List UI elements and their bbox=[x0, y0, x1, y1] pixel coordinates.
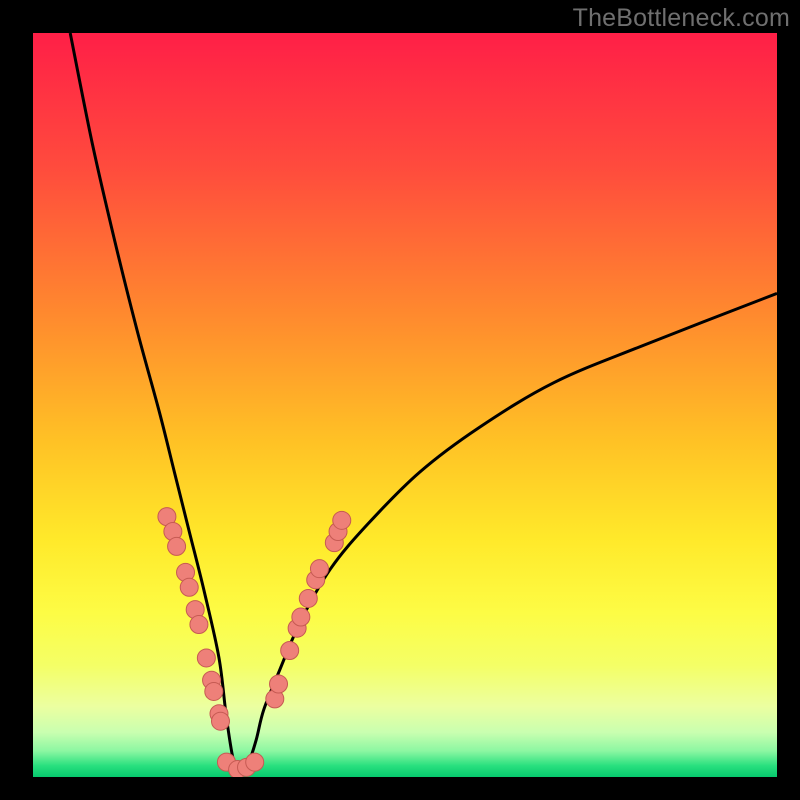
scatter-point bbox=[190, 615, 208, 633]
scatter-point bbox=[197, 649, 215, 667]
scatter-point bbox=[180, 578, 198, 596]
scatter-point bbox=[246, 753, 264, 771]
scatter-point bbox=[270, 675, 288, 693]
scatter-point bbox=[310, 560, 328, 578]
scatter-point bbox=[281, 642, 299, 660]
scatter-point bbox=[205, 682, 223, 700]
bottleneck-chart bbox=[0, 0, 800, 800]
chart-stage: TheBottleneck.com bbox=[0, 0, 800, 800]
scatter-point bbox=[299, 589, 317, 607]
scatter-point bbox=[333, 511, 351, 529]
watermark-text: TheBottleneck.com bbox=[573, 4, 790, 33]
scatter-point bbox=[168, 537, 186, 555]
gradient-background bbox=[33, 33, 777, 777]
scatter-point bbox=[211, 712, 229, 730]
scatter-point bbox=[292, 608, 310, 626]
